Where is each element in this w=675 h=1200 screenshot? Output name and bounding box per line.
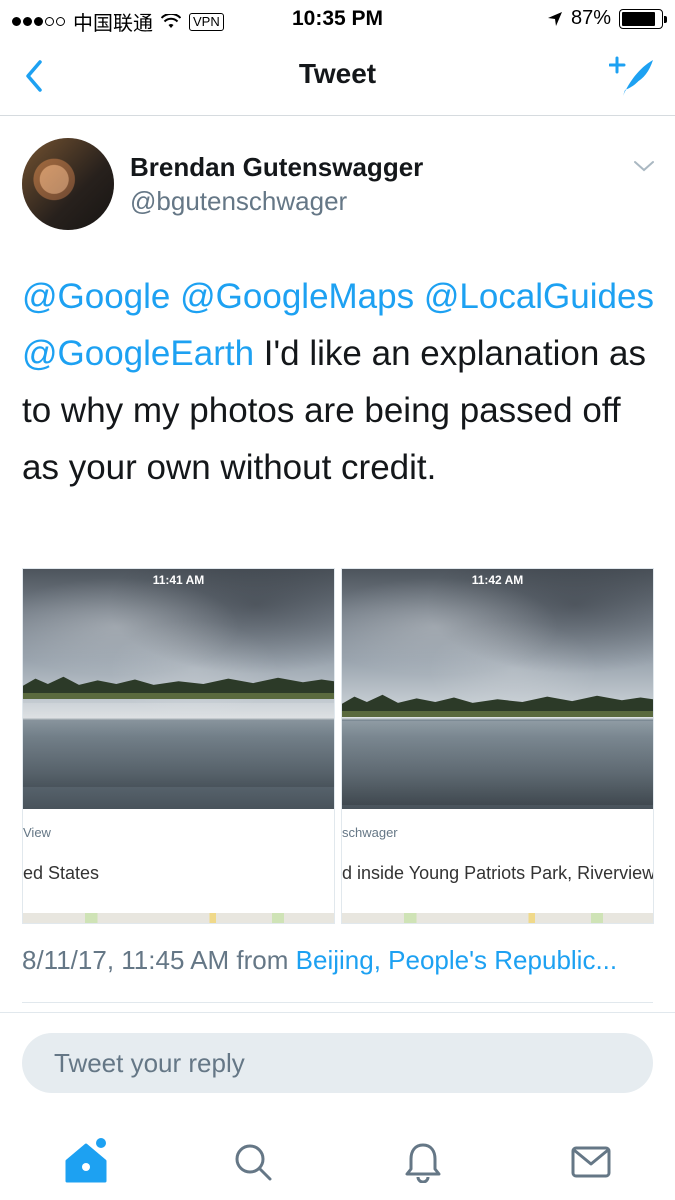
divider <box>22 1002 653 1003</box>
tab-bar <box>0 1120 675 1200</box>
photo-lake: 11:41 AM <box>23 569 334 809</box>
location-link[interactable]: Beijing, People's Republic... <box>296 945 617 975</box>
map-strip <box>342 913 653 923</box>
mention-link[interactable]: @GoogleMaps <box>180 277 414 316</box>
photo-place: ed States <box>23 863 100 883</box>
divider <box>0 1012 675 1013</box>
location-arrow-icon <box>547 11 562 26</box>
tab-home[interactable] <box>56 1134 116 1190</box>
page-title: Tweet <box>298 58 377 89</box>
tab-notifications[interactable] <box>393 1134 453 1190</box>
status-bar: 中国联通 VPN 10:35 PM 87% <box>0 0 675 38</box>
tab-messages[interactable] <box>561 1134 621 1190</box>
photo-time: 11:42 AM <box>471 573 524 587</box>
tweet-text: @Google @GoogleMaps @LocalGuides @Google… <box>22 268 658 496</box>
photo-time: 11:41 AM <box>152 573 205 587</box>
reply-input[interactable]: Tweet your reply <box>22 1033 653 1093</box>
battery-icon <box>619 8 667 29</box>
home-icon <box>65 1138 107 1183</box>
chevron-down-icon <box>634 161 654 172</box>
search-icon <box>235 1144 272 1181</box>
author-handle[interactable]: @bgutenschwager <box>130 186 347 217</box>
mention-link[interactable]: @LocalGuides <box>424 277 654 316</box>
tab-search[interactable] <box>223 1134 283 1190</box>
media-photo[interactable]: 11:41 AM View ed States <box>22 568 335 924</box>
mail-icon <box>571 1146 611 1178</box>
author-display-name[interactable]: Brendan Gutenswagger <box>130 152 423 183</box>
map-strip <box>23 913 334 923</box>
photo-lake: 11:42 AM <box>342 569 653 809</box>
status-right: 87% <box>547 7 667 30</box>
compose-button[interactable] <box>608 54 657 100</box>
bell-icon <box>405 1143 441 1183</box>
photo-caption: View <box>23 825 51 840</box>
mention-link[interactable]: @Google <box>22 277 170 316</box>
photo-place: d inside Young Patriots Park, Riverview <box>342 863 654 883</box>
compose-feather-icon <box>608 56 653 96</box>
tweet-header: Brendan Gutenswagger @bgutenschwager <box>22 138 662 234</box>
tweet-menu-button[interactable] <box>632 158 656 174</box>
mention-link[interactable]: @GoogleEarth <box>22 334 254 373</box>
reply-placeholder: Tweet your reply <box>54 1048 245 1078</box>
battery-percent: 87% <box>570 7 611 29</box>
photo-caption: schwager <box>342 825 398 840</box>
avatar[interactable] <box>22 138 114 230</box>
nav-bar: Tweet <box>0 38 675 116</box>
media-photo[interactable]: 11:42 AM schwager d inside Young Patriot… <box>341 568 654 924</box>
tweet-timestamp: 8/11/17, 11:45 AM from Beijing, People's… <box>22 945 617 976</box>
timestamp-text: 8/11/17, 11:45 AM from <box>22 945 296 975</box>
